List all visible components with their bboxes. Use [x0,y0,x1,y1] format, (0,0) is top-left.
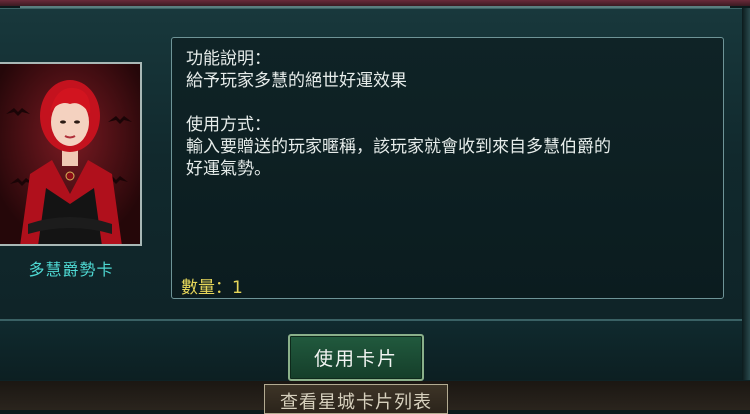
use-card-button[interactable]: 使用卡片 [288,334,424,381]
portrait-illustration [0,64,140,244]
function-text: 給予玩家多慧的絕世好運效果 [186,71,407,91]
card-description-box: 功能說明： 給予玩家多慧的絕世好運效果 使用方式： 輸入要贈送的玩家暱稱，該玩家… [171,37,724,299]
usage-text-line-1: 輸入要贈送的玩家暱稱，該玩家就會收到來自多慧伯爵的 [186,137,611,157]
card-name-label: 多慧爵勢卡 [28,260,114,279]
usage-text-line-2: 好運氣勢。 [186,159,271,179]
quantity-label: 數量：1 [181,278,243,298]
function-title: 功能說明： [186,49,271,69]
card-portrait-image [0,62,142,246]
right-frame-rail [742,8,750,380]
top-frame-edge [20,6,730,8]
usage-title: 使用方式： [186,115,271,135]
